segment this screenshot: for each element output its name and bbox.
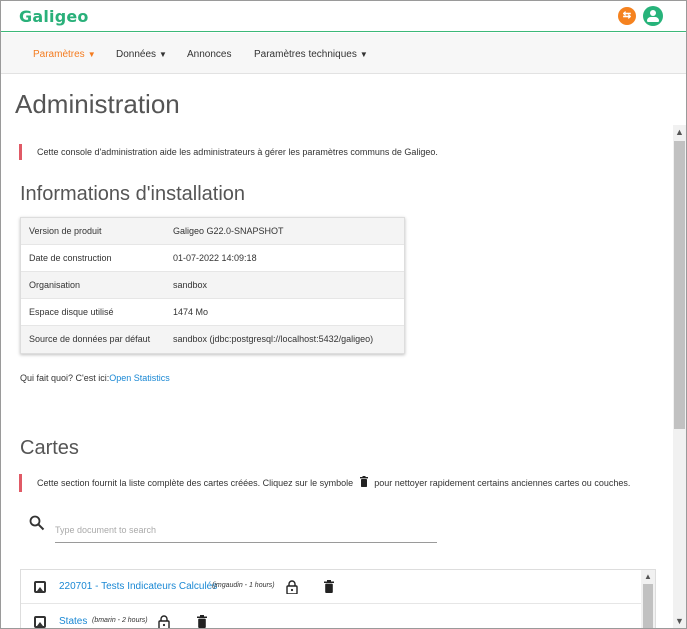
trash-icon[interactable] (324, 580, 334, 593)
maps-list-scrollbar[interactable]: ▲ (641, 570, 655, 628)
galigeo-logo[interactable]: Galigeo (19, 7, 89, 26)
nav-item-label: Paramètres techniques (254, 49, 357, 60)
lock-icon[interactable] (286, 580, 298, 594)
lock-icon[interactable] (158, 615, 170, 628)
account-circle-icon[interactable] (643, 6, 663, 26)
caret-down-icon: ▼ (159, 50, 167, 59)
table-row: Version de produit Galigeo G22.0-SNAPSHO… (21, 218, 404, 245)
translate-icon[interactable]: ⇆ (618, 7, 636, 25)
nav-item-label: Annonces (187, 49, 232, 60)
page-title: Administration (15, 89, 180, 119)
install-heading: Informations d'installation (20, 183, 246, 205)
list-item[interactable]: States (bmarin - 2 hours) (21, 605, 641, 628)
nav-item-donnees[interactable]: Données ▼ (116, 49, 167, 60)
info-key: Version de produit (29, 226, 102, 236)
table-row: Date de construction 01-07-2022 14:09:18 (21, 245, 404, 272)
table-row: Organisation sandbox (21, 272, 404, 299)
top-bar: Galigeo ⇆ (1, 1, 686, 32)
intro-callout: Cette console d'administration aide les … (19, 144, 438, 160)
maps-list: 220701 - Tests Indicateurs Calculés (jmg… (20, 569, 656, 628)
stats-line: Qui fait quoi? C'est ici:Open Statistics (20, 373, 170, 383)
stats-prefix: Qui fait quoi? C'est ici: (20, 373, 110, 383)
main-content: Administration Cette console d'administr… (1, 75, 673, 628)
main-nav: Paramètres ▼ Données ▼ Annonces Paramètres… (1, 33, 686, 74)
map-image-icon (34, 616, 46, 628)
nav-item-parametres-techniques[interactable]: Paramètres techniques ▼ (254, 49, 368, 60)
info-key: Source de données par défaut (29, 334, 151, 344)
scrollbar-thumb[interactable] (643, 584, 653, 628)
maps-desc-after: pour nettoyer rapidement certains ancien… (374, 478, 631, 488)
open-statistics-link[interactable]: Open Statistics (109, 373, 170, 383)
map-meta: (bmarin - 2 hours) (92, 617, 148, 624)
info-key: Organisation (29, 280, 81, 290)
search-icon (29, 515, 45, 531)
info-value: 01-07-2022 14:09:18 (173, 253, 257, 263)
nav-item-parametres[interactable]: Paramètres ▼ (33, 49, 96, 60)
info-key: Espace disque utilisé (29, 307, 114, 317)
maps-desc-before: Cette section fournit la liste complète … (37, 478, 354, 488)
table-row: Espace disque utilisé 1474 Mo (21, 299, 404, 326)
caret-down-icon: ▼ (359, 50, 368, 59)
table-row: Source de données par défaut sandbox (jd… (21, 326, 404, 353)
install-info-table: Version de produit Galigeo G22.0-SNAPSHO… (20, 217, 405, 354)
map-image-icon (34, 581, 46, 593)
maps-callout: Cette section fournit la liste complète … (19, 474, 630, 492)
info-value: 1474 Mo (173, 307, 209, 317)
scroll-up-icon[interactable]: ▲ (675, 127, 684, 137)
info-value: sandbox (jdbc:postgresql://localhost:543… (173, 334, 374, 344)
info-value: sandbox (173, 280, 208, 290)
page-scrollbar[interactable]: ▲ ▼ (673, 125, 686, 628)
search-input[interactable] (55, 519, 437, 543)
scroll-down-icon[interactable]: ▼ (675, 616, 684, 626)
nav-item-annonces[interactable]: Annonces (187, 49, 231, 60)
info-value: Galigeo G22.0-SNAPSHOT (173, 226, 284, 236)
scrollbar-thumb[interactable] (674, 141, 685, 429)
trash-icon (359, 476, 368, 487)
map-meta: (jmgaudin - 1 hours) (212, 582, 275, 589)
scroll-up-icon[interactable]: ▲ (644, 572, 652, 581)
caret-down-icon: ▼ (87, 50, 96, 59)
nav-item-label: Paramètres (33, 49, 85, 60)
trash-icon[interactable] (197, 615, 207, 628)
nav-item-label: Données (116, 49, 157, 60)
list-item[interactable]: 220701 - Tests Indicateurs Calculés (jmg… (21, 570, 641, 604)
map-title-link[interactable]: States (59, 616, 87, 627)
map-title-link[interactable]: 220701 - Tests Indicateurs Calculés (59, 581, 217, 592)
info-key: Date de construction (29, 253, 112, 263)
maps-heading: Cartes (20, 437, 79, 459)
